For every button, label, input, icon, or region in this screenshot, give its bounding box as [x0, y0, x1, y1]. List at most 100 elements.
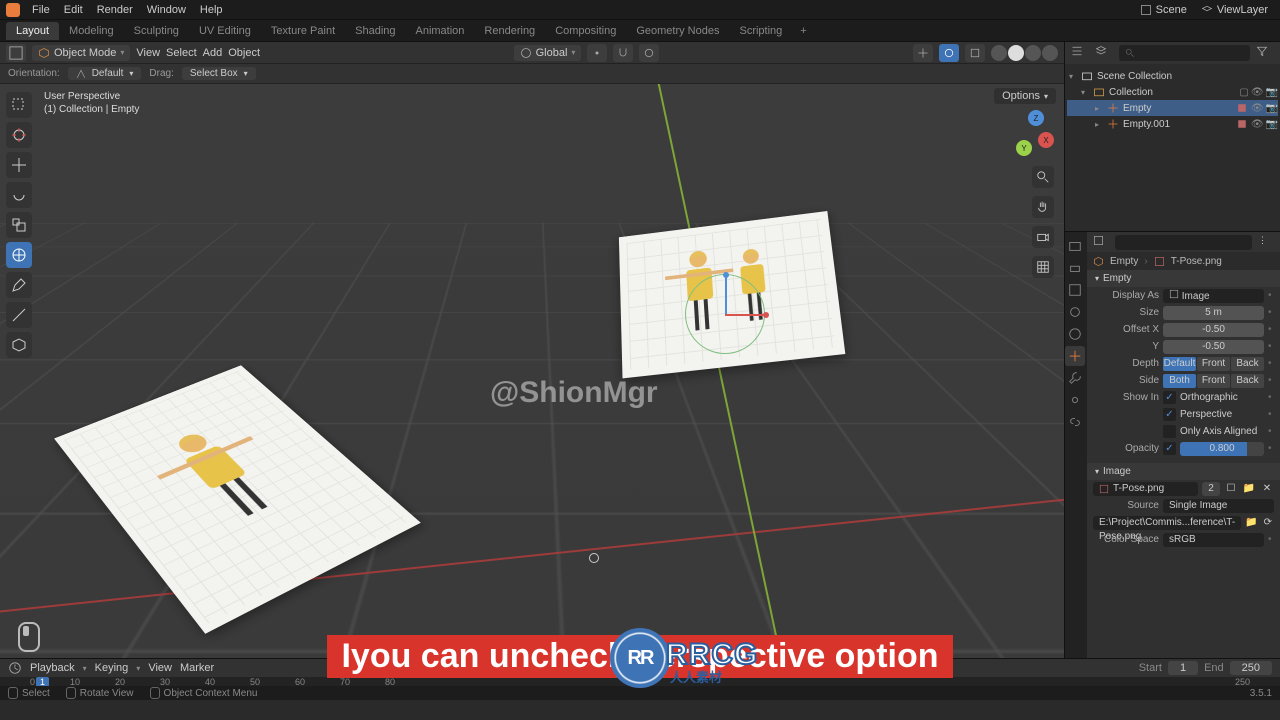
filepath-reload[interactable]: ⟳	[1262, 517, 1274, 528]
zoom-button[interactable]	[1032, 166, 1054, 188]
side-both[interactable]: Both	[1163, 374, 1196, 388]
properties-options[interactable]: ⋮	[1258, 235, 1274, 250]
overlay-toggle[interactable]	[939, 44, 959, 62]
viewport-menu-view[interactable]: View	[136, 47, 160, 59]
outliner-filter[interactable]	[1256, 45, 1274, 61]
xray-toggle[interactable]	[965, 44, 985, 62]
render-icon[interactable]: 📷	[1266, 119, 1278, 130]
reference-image-selected[interactable]	[619, 211, 845, 378]
tool-measure[interactable]	[6, 302, 32, 328]
gizmo-y-axis[interactable]: Y	[1016, 140, 1032, 156]
end-frame-field[interactable]: 250	[1230, 661, 1272, 675]
tool-annotate[interactable]	[6, 272, 32, 298]
tab-render[interactable]	[1065, 236, 1085, 256]
tab-uv[interactable]: UV Editing	[189, 22, 261, 40]
render-icon[interactable]: 📷	[1266, 87, 1278, 98]
opacity-checkbox[interactable]: ✓	[1163, 442, 1176, 455]
filepath-field[interactable]: E:\Project\Commis...ference\T-Pose.png	[1093, 516, 1241, 530]
viewport-menu-select[interactable]: Select	[166, 47, 197, 59]
tab-world[interactable]	[1065, 324, 1085, 344]
source-dropdown[interactable]: Single Image	[1163, 499, 1274, 513]
depth-front[interactable]: Front	[1197, 357, 1230, 371]
tab-shading[interactable]: Shading	[345, 22, 405, 40]
transform-orientation[interactable]: Global ▾	[514, 45, 582, 61]
tab-constraints[interactable]	[1065, 412, 1085, 432]
tool-select-box[interactable]	[6, 92, 32, 118]
tool-transform[interactable]	[6, 242, 32, 268]
shading-solid[interactable]	[1008, 45, 1024, 61]
crumb-object[interactable]: Empty	[1110, 256, 1138, 267]
tool-move[interactable]	[6, 152, 32, 178]
eye-icon[interactable]: 👁	[1251, 119, 1264, 130]
opacity-slider[interactable]: 0.800	[1180, 442, 1264, 456]
offset-y-field[interactable]: -0.50	[1163, 340, 1264, 354]
jump-start-button[interactable]: ⏮	[570, 660, 590, 676]
panel-image-header[interactable]: ▾Image	[1087, 463, 1280, 480]
tool-rotate[interactable]	[6, 182, 32, 208]
tab-geonodes[interactable]: Geometry Nodes	[626, 22, 729, 40]
display-as-dropdown[interactable]: Image	[1163, 289, 1264, 303]
timeline-menu-marker[interactable]: Marker	[180, 662, 214, 674]
mode-selector[interactable]: Object Mode ▾	[32, 45, 130, 61]
open-image-button[interactable]: 📁	[1242, 483, 1256, 494]
tab-modeling[interactable]: Modeling	[59, 22, 124, 40]
tool-scale[interactable]	[6, 212, 32, 238]
start-frame-field[interactable]: 1	[1168, 661, 1198, 675]
tab-scene[interactable]	[1065, 302, 1085, 322]
tree-empty-2[interactable]: ▸ Empty.001 👁📷	[1067, 116, 1278, 132]
gizmo-x-axis[interactable]: X	[1038, 132, 1054, 148]
scene-selector[interactable]: Scene	[1134, 2, 1193, 18]
menu-edit[interactable]: Edit	[58, 2, 89, 18]
menu-window[interactable]: Window	[141, 2, 192, 18]
orthographic-checkbox[interactable]: ✓	[1163, 391, 1176, 404]
shading-rendered[interactable]	[1042, 45, 1058, 61]
shading-material[interactable]	[1025, 45, 1041, 61]
gizmo-visibility[interactable]	[913, 44, 933, 62]
drag-mode-dd[interactable]: Select Box ▾	[182, 67, 256, 80]
tool-orientation-dd[interactable]: Default ▾	[68, 67, 142, 80]
tab-modifiers[interactable]	[1065, 368, 1085, 388]
panel-empty-header[interactable]: ▾Empty	[1087, 270, 1280, 287]
outliner-display-mode[interactable]	[1095, 45, 1113, 61]
menu-render[interactable]: Render	[91, 2, 139, 18]
tab-compositing[interactable]: Compositing	[545, 22, 626, 40]
viewport-options[interactable]: Options▾	[994, 88, 1056, 104]
tab-animation[interactable]: Animation	[406, 22, 475, 40]
crumb-data[interactable]: T-Pose.png	[1171, 256, 1222, 267]
tool-cursor[interactable]	[6, 122, 32, 148]
timeline-menu-view[interactable]: View	[148, 662, 172, 674]
snap-toggle[interactable]	[613, 44, 633, 62]
pan-button[interactable]	[1032, 196, 1054, 218]
menu-file[interactable]: File	[26, 2, 56, 18]
tab-physics[interactable]	[1065, 390, 1085, 410]
properties-editor-type[interactable]	[1093, 235, 1109, 250]
pivot-selector[interactable]	[587, 44, 607, 62]
viewport-menu-add[interactable]: Add	[203, 47, 223, 59]
outliner-search[interactable]	[1119, 45, 1250, 61]
filepath-browse[interactable]: 📁	[1245, 517, 1257, 528]
eye-icon[interactable]: 👁	[1251, 103, 1264, 114]
side-back[interactable]: Back	[1231, 374, 1264, 388]
persp-ortho-button[interactable]	[1032, 256, 1054, 278]
restrict-select-icon[interactable]: ▢	[1239, 87, 1248, 98]
tab-rendering[interactable]: Rendering	[474, 22, 545, 40]
render-icon[interactable]: 📷	[1266, 103, 1278, 114]
menu-help[interactable]: Help	[194, 2, 229, 18]
side-front[interactable]: Front	[1197, 374, 1230, 388]
tab-scripting[interactable]: Scripting	[729, 22, 792, 40]
image-datablock[interactable]: T-Pose.png	[1093, 482, 1198, 496]
perspective-checkbox[interactable]: ✓	[1163, 408, 1176, 421]
viewlayer-selector[interactable]: ViewLayer	[1195, 2, 1274, 18]
3d-viewport[interactable]: @ShionMgr User Perspective (1) Collectio…	[0, 84, 1064, 658]
navigation-gizmo[interactable]: Z X Y	[1008, 110, 1054, 156]
timeline-menu-keying[interactable]: Keying	[95, 662, 129, 674]
eye-icon[interactable]: 👁	[1251, 87, 1264, 98]
tab-texture-paint[interactable]: Texture Paint	[261, 22, 345, 40]
image-users[interactable]: 2	[1202, 482, 1220, 496]
viewport-menu-object[interactable]: Object	[228, 47, 260, 59]
tree-empty-1[interactable]: ▸ Empty 👁📷	[1067, 100, 1278, 116]
unlink-image-button[interactable]: ✕	[1260, 483, 1274, 494]
camera-view-button[interactable]	[1032, 226, 1054, 248]
properties-search[interactable]	[1115, 235, 1252, 250]
shading-wireframe[interactable]	[991, 45, 1007, 61]
